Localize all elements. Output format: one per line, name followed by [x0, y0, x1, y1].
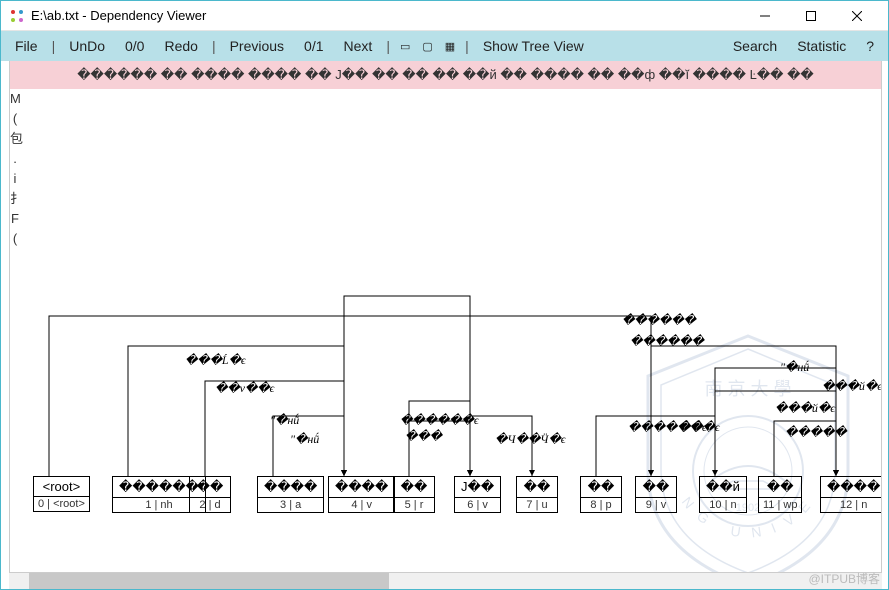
minimize-button[interactable] — [742, 1, 788, 31]
arc-label: ������ϵ — [400, 413, 479, 428]
dependency-node[interactable]: <root>0 | <root> — [33, 476, 90, 512]
dependency-node[interactable]: ��8 | p — [580, 476, 622, 513]
dependency-node[interactable]: ��й10 | n — [699, 476, 747, 513]
dependency-node[interactable]: J��6 | v — [454, 476, 501, 513]
dependency-node[interactable]: ����4 | v — [328, 476, 395, 513]
arc-label: ��� — [405, 429, 442, 444]
nav-count: 0/1 — [296, 36, 331, 56]
dependency-node[interactable]: ��9 | v — [635, 476, 677, 513]
scrollbar-thumb[interactable] — [29, 573, 389, 589]
dependency-node[interactable]: ��11 | wp — [758, 476, 802, 513]
menu-file[interactable]: File — [7, 36, 46, 56]
close-button[interactable] — [834, 1, 880, 31]
app-icon — [9, 8, 25, 24]
menu-next[interactable]: Next — [336, 36, 381, 56]
layout-half-icon[interactable]: ▭ — [396, 38, 414, 55]
menubar: File | UnDo 0/0 Redo | Previous 0/1 Next… — [1, 31, 888, 61]
arc-label: ���й�ϵ — [822, 379, 882, 394]
arc-label: ����� — [785, 425, 847, 440]
undo-count: 0/0 — [117, 36, 152, 56]
arc-label: �Ч��Ӵ�ϵ — [495, 432, 566, 447]
arc-label: ������ — [630, 334, 704, 349]
horizontal-scrollbar[interactable] — [9, 573, 882, 589]
dependency-node[interactable]: ��5 | r — [393, 476, 435, 513]
titlebar: E:\ab.txt - Dependency Viewer — [1, 1, 888, 31]
dependency-node[interactable]: ����3 | a — [257, 476, 324, 513]
menu-separator: | — [384, 38, 392, 54]
maximize-button[interactable] — [788, 1, 834, 31]
page-watermark: @ITPUB博客 — [808, 570, 880, 587]
nodes-row: <root>0 | <root>������1 | nh��2 | d����3… — [24, 476, 881, 516]
menu-search[interactable]: Search — [725, 36, 785, 56]
arc-label: ���й�ϵ — [775, 401, 835, 416]
arc-label: ��ν��ϵ — [215, 381, 274, 396]
menu-help[interactable]: ? — [858, 36, 882, 56]
menu-separator: | — [463, 38, 471, 54]
arc-label: "�нṹ — [290, 432, 319, 447]
menu-show-tree[interactable]: Show Tree View — [475, 36, 592, 56]
menu-redo[interactable]: Redo — [156, 36, 205, 56]
dependency-node[interactable]: ����12 | n — [820, 476, 882, 513]
menu-separator: | — [210, 38, 218, 54]
menu-separator: | — [50, 38, 58, 54]
arc-label: ������ — [622, 313, 696, 328]
menu-undo[interactable]: UnDo — [61, 36, 113, 56]
arc-label: "�нṹ — [270, 413, 299, 428]
window-title: E:\ab.txt - Dependency Viewer — [31, 8, 742, 23]
menu-statistic[interactable]: Statistic — [789, 36, 854, 56]
layout-grid-icon[interactable]: ▦ — [441, 38, 459, 55]
arc-label: "�нṹ — [780, 360, 809, 375]
arc-label: ���ϵ — [678, 420, 720, 435]
dependency-canvas: ������ �� ���� ���� �� J�� �� �� �� ��й … — [9, 61, 882, 573]
layout-full-icon[interactable]: ▢ — [418, 38, 436, 55]
arc-label: ���Ĺ�ϵ — [185, 353, 246, 368]
dependency-node[interactable]: ��7 | u — [516, 476, 558, 513]
dependency-node[interactable]: ��2 | d — [189, 476, 231, 513]
menu-previous[interactable]: Previous — [222, 36, 292, 56]
